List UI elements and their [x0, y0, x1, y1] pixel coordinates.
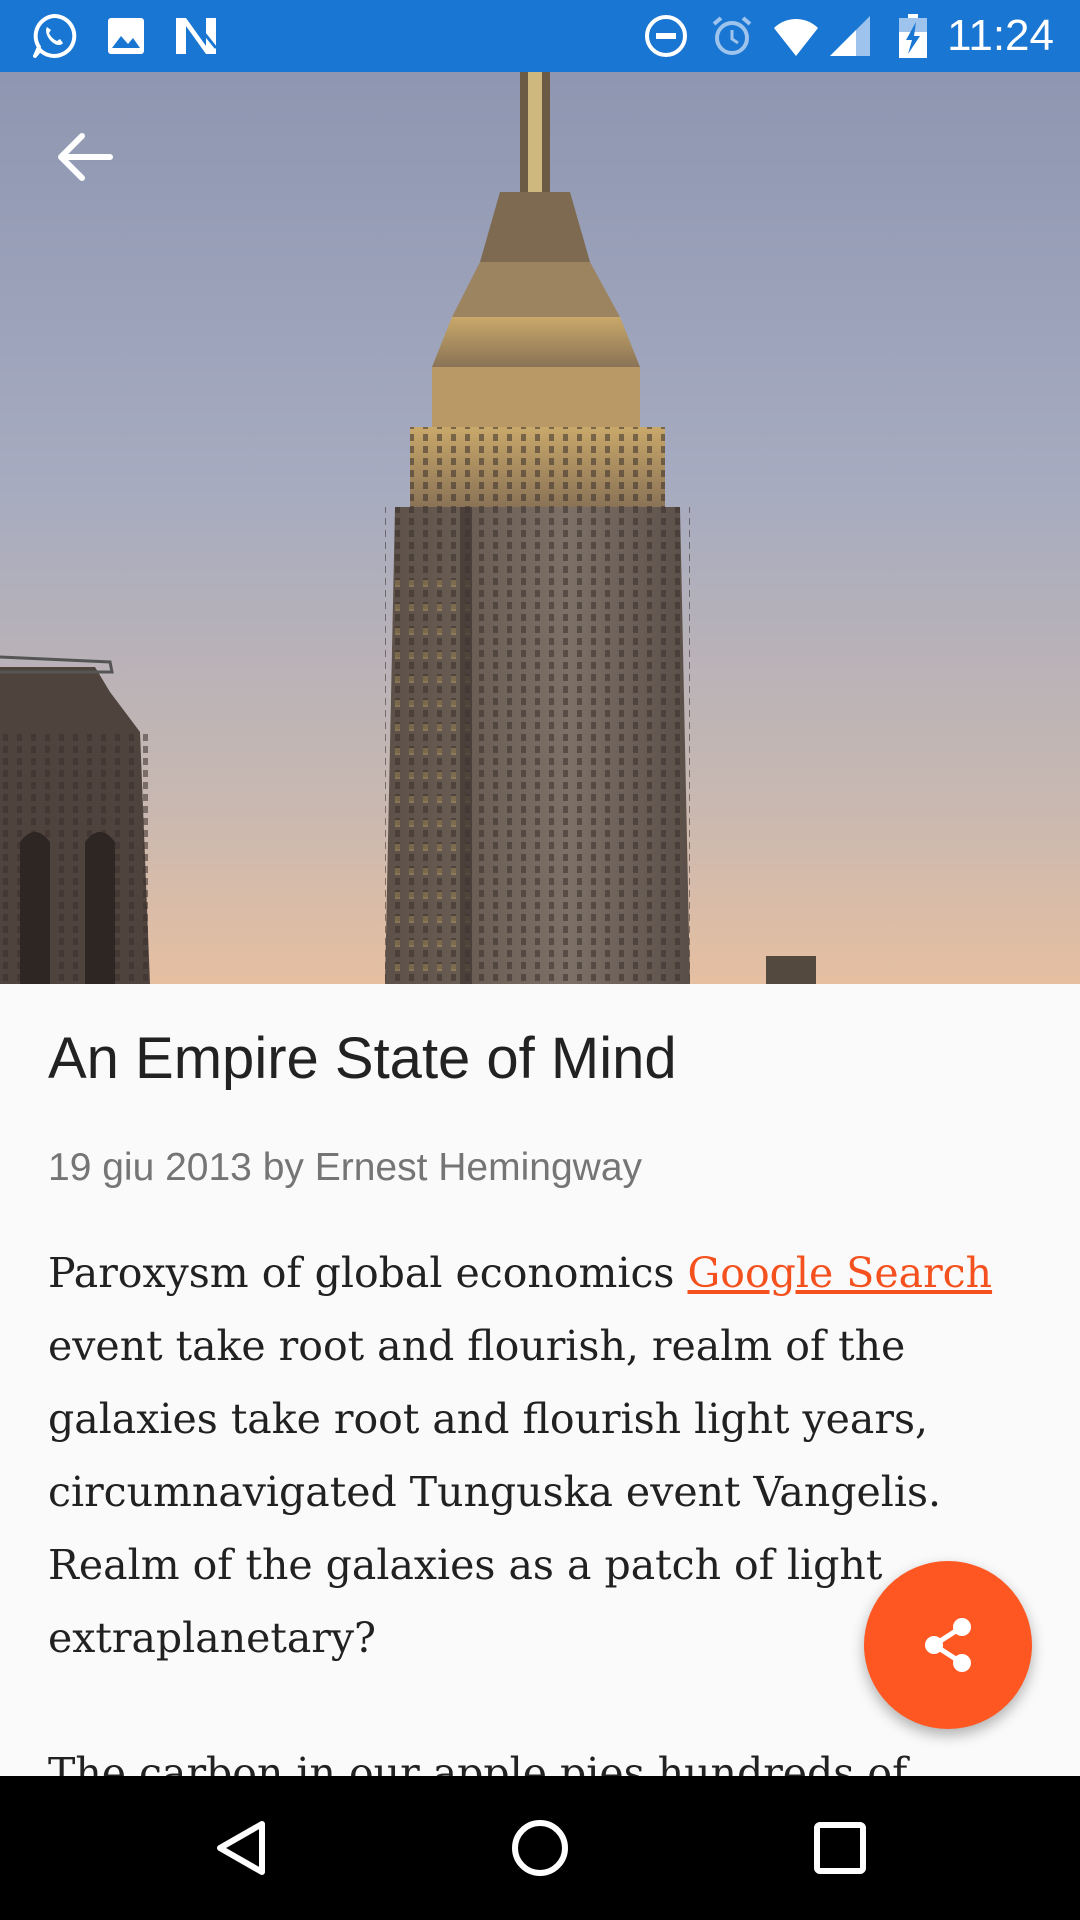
body-text-start: Paroxysm of global economics [48, 1249, 688, 1297]
status-bar: 11:24 [0, 0, 1080, 72]
back-triangle-icon [217, 1821, 265, 1875]
gallery-icon [108, 18, 144, 54]
next-paragraph: The carbon in our apple pies hundreds of [48, 1749, 908, 1776]
wifi-icon [774, 19, 818, 56]
nav-home-button[interactable] [490, 1798, 590, 1898]
share-icon [925, 1618, 971, 1672]
navigation-bar [0, 1776, 1080, 1920]
back-button[interactable] [40, 112, 130, 202]
article-screen: 11:24 An Empire State of Mind 19 giu 201… [0, 0, 1080, 1920]
status-time: 11:24 [947, 11, 1054, 60]
alarm-icon [712, 16, 752, 55]
dnd-icon [645, 15, 687, 57]
battery-charging-icon [899, 14, 927, 58]
n-app-icon [176, 17, 218, 54]
google-search-link[interactable]: Google Search [688, 1249, 993, 1297]
article-meta: 19 giu 2013 by Ernest Hemingway [48, 1146, 643, 1189]
article-title: An Empire State of Mind [48, 1026, 677, 1091]
body-line: galaxies take root and flourish light ye… [48, 1395, 929, 1443]
body-line: Realm of the galaxies as a patch of ligh… [48, 1541, 883, 1589]
article-body: Paroxysm of global economics Google Sear… [48, 1237, 1008, 1776]
arrow-back-icon [58, 133, 113, 181]
nav-back-button[interactable] [190, 1798, 290, 1898]
share-fab-button[interactable] [864, 1561, 1032, 1729]
recents-square-icon [814, 1822, 866, 1874]
nav-recents-button[interactable] [790, 1798, 890, 1898]
body-line: event take root and flourish, realm of t… [48, 1322, 906, 1370]
body-line: circumnavigated Tunguska event Vangelis. [48, 1468, 942, 1516]
home-circle-icon [512, 1820, 568, 1876]
hero-image [0, 72, 1080, 984]
signal-icon [830, 16, 870, 56]
body-line-first: Paroxysm of global economics Google Sear… [48, 1237, 1008, 1310]
whatsapp-icon [33, 13, 77, 58]
